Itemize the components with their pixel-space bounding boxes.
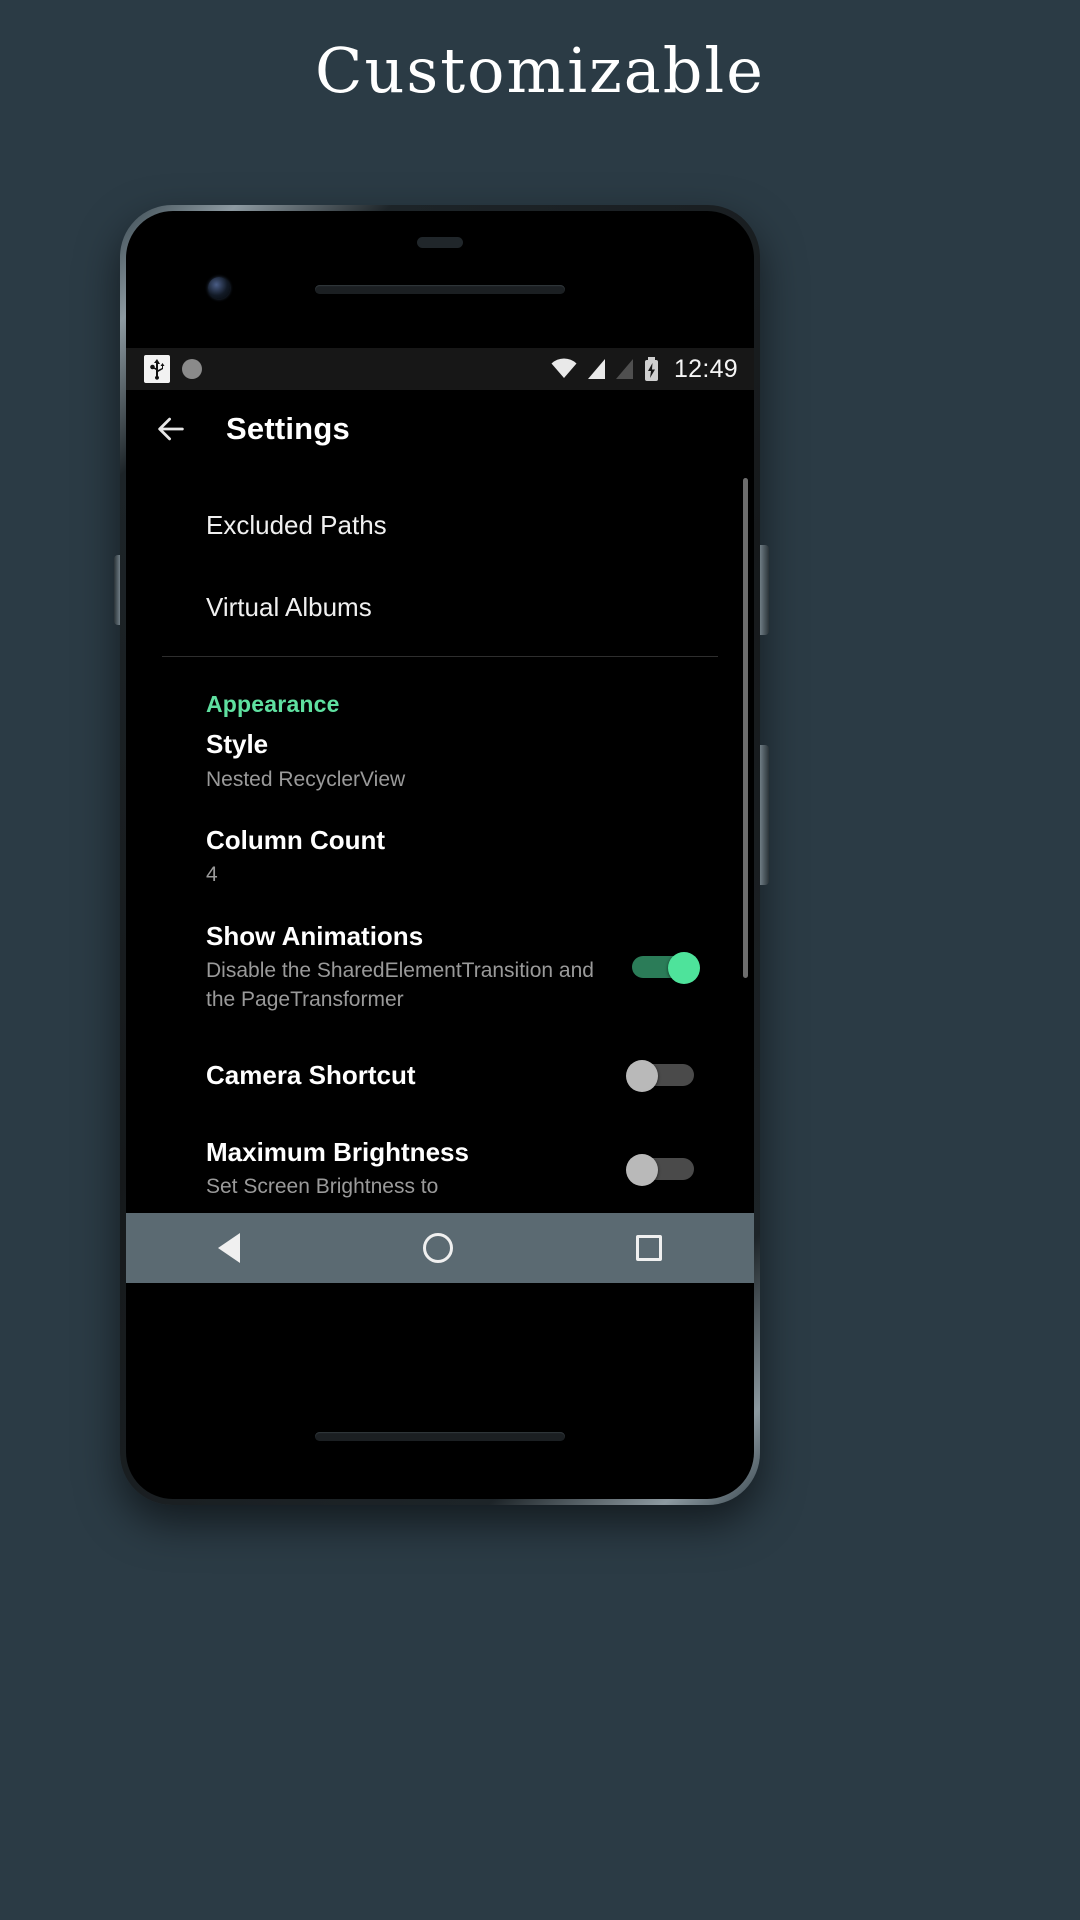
status-bar-right: 12:49 xyxy=(551,355,738,384)
wifi-icon xyxy=(551,358,577,378)
settings-list[interactable]: Excluded Paths Virtual Albums Appearance… xyxy=(126,468,754,1283)
toggle-camera-shortcut[interactable] xyxy=(626,1059,700,1092)
list-item-subtitle: Disable the SharedElementTransition and … xyxy=(206,959,594,1011)
list-item-title: Show Animations xyxy=(206,920,424,951)
list-item-title: Virtual Albums xyxy=(206,591,372,622)
app-bar-title: Settings xyxy=(226,411,350,446)
earpiece-speaker xyxy=(315,285,565,294)
front-camera-icon xyxy=(208,277,230,299)
signal-empty-icon xyxy=(615,359,633,379)
list-item[interactable]: Column Count 4 xyxy=(126,824,754,890)
list-item-title: Camera Shortcut xyxy=(206,1059,416,1090)
list-item-title: Style xyxy=(206,729,269,759)
app-bar: Settings xyxy=(126,390,754,468)
nav-recents-icon[interactable] xyxy=(636,1235,663,1261)
phone-screen-frame: 12:49 Settings Excluded Paths Virtual Al… xyxy=(126,211,754,1499)
list-item-title: Excluded Paths xyxy=(206,509,387,540)
list-item-title: Column Count xyxy=(206,824,386,855)
list-item-title: Maximum Brightness xyxy=(206,1136,469,1167)
bottom-speaker xyxy=(315,1432,565,1441)
status-bar-time: 12:49 xyxy=(673,354,738,383)
nav-home-icon[interactable] xyxy=(422,1233,453,1263)
list-item[interactable]: Style Nested RecyclerView xyxy=(126,728,754,794)
top-sensor-slot xyxy=(417,237,463,248)
section-header-appearance: Appearance xyxy=(206,691,340,717)
page-title: Customizable xyxy=(315,34,765,107)
list-item[interactable]: Maximum Brightness Set Screen Brightness… xyxy=(126,1136,754,1202)
usb-icon xyxy=(144,355,170,383)
phone-volume-button[interactable] xyxy=(760,745,769,885)
toggle-maximum-brightness[interactable] xyxy=(626,1153,700,1186)
battery-charging-icon xyxy=(644,357,658,381)
signal-icon xyxy=(587,359,605,379)
android-navigation-bar xyxy=(126,1213,754,1283)
back-arrow-icon[interactable] xyxy=(154,412,188,446)
nav-back-icon[interactable] xyxy=(217,1233,240,1263)
phone-left-button[interactable] xyxy=(114,555,120,625)
toggle-show-animations[interactable] xyxy=(626,951,700,984)
phone-device: 12:49 Settings Excluded Paths Virtual Al… xyxy=(114,205,769,1505)
phone-power-button[interactable] xyxy=(760,545,769,635)
status-bar-left xyxy=(144,355,202,383)
list-item[interactable]: Camera Shortcut xyxy=(126,1044,754,1106)
list-item[interactable]: Excluded Paths xyxy=(126,494,754,556)
toggle-thumb xyxy=(626,1059,658,1092)
circle-icon xyxy=(182,359,202,379)
list-item-subtitle: Set Screen Brightness to xyxy=(206,1175,439,1199)
list-item-subtitle: 4 xyxy=(206,863,218,887)
list-item-subtitle: Nested RecyclerView xyxy=(206,767,406,791)
toggle-thumb xyxy=(626,1153,658,1186)
list-item[interactable]: Show Animations Disable the SharedElemen… xyxy=(126,920,754,1014)
list-item[interactable]: Virtual Albums xyxy=(126,576,754,638)
status-bar: 12:49 xyxy=(126,348,754,390)
toggle-thumb xyxy=(668,951,700,984)
phone-screen: 12:49 Settings Excluded Paths Virtual Al… xyxy=(126,348,754,1283)
